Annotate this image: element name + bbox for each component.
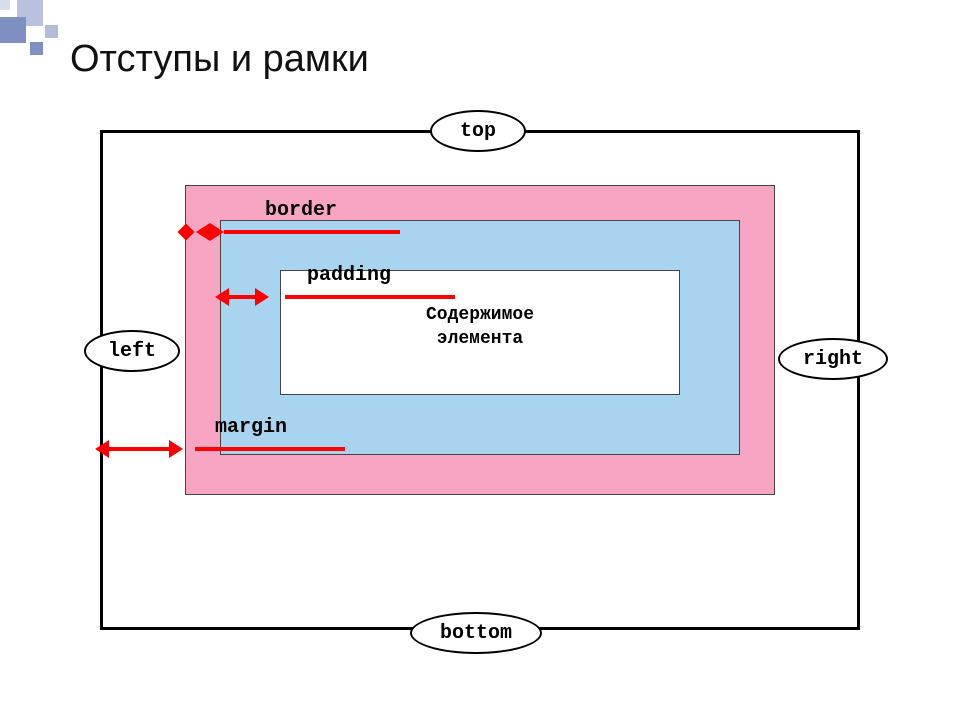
content-text: Содержимое элемента (281, 303, 679, 352)
side-label-bottom: bottom (410, 612, 542, 654)
label-underline (244, 230, 400, 234)
slide-title: Отступы и рамки (70, 38, 369, 81)
side-bottom-text: bottom (440, 622, 512, 645)
arrowhead-left-icon (215, 288, 229, 306)
content-line-1: Содержимое (426, 305, 534, 325)
arrowhead-right-icon (169, 440, 183, 458)
arrowhead-left-icon (95, 440, 109, 458)
border-span-arrow: border (180, 223, 400, 241)
side-label-top: top (430, 110, 526, 152)
padding-span-arrow: padding (215, 288, 445, 306)
label-underline (195, 447, 345, 451)
arrow-line (109, 447, 169, 451)
content-line-2: элемента (437, 329, 523, 349)
side-label-left: left (84, 330, 180, 372)
border-label: border (265, 199, 337, 222)
margin-label: margin (215, 416, 287, 439)
arrow-line (229, 295, 255, 299)
arrow-line (224, 230, 244, 234)
arrowhead-right-icon (255, 288, 269, 306)
side-label-right: right (778, 338, 888, 380)
padding-label: padding (307, 264, 391, 287)
arrowhead-right-icon (210, 223, 224, 241)
side-top-text: top (460, 120, 496, 143)
box-model-diagram: Содержимое элемента top bottom left righ… (100, 130, 860, 630)
slide: Отступы и рамки Содержимое элемента top … (0, 0, 960, 720)
diamond-icon (178, 224, 195, 241)
side-left-text: left (108, 340, 156, 363)
label-underline (285, 295, 455, 299)
side-right-text: right (803, 348, 863, 371)
arrowhead-left-icon (196, 223, 210, 241)
margin-span-arrow: margin (95, 440, 355, 458)
